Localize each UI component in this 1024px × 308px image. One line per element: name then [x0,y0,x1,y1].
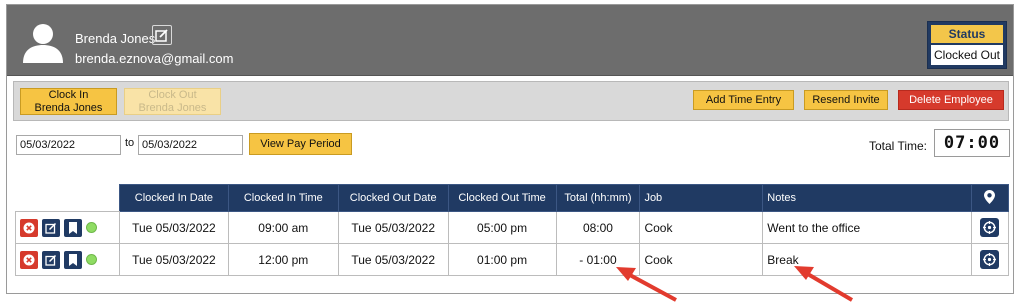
total-time-label: Total Time: [869,139,928,153]
status-value: Clocked Out [931,45,1003,65]
cell-in-time: 12:00 pm [227,243,339,276]
edit-employee-button[interactable] [152,25,172,45]
table-row: Tue 05/03/2022 12:00 pm Tue 05/03/2022 0… [15,243,1010,276]
time-entries-table: Clocked In Date Clocked In Time Clocked … [15,184,1010,276]
map-pin-icon [984,189,996,204]
period-start-input[interactable]: 05/03/2022 [16,135,121,155]
tag-entry-button[interactable] [64,218,82,237]
employee-name: Brenda Jones [75,31,156,46]
table-header-row: Clocked In Date Clocked In Time Clocked … [15,184,1010,212]
cell-out-time: 05:00 pm [447,211,557,244]
total-time-value: 07:00 [934,129,1010,157]
edit-icon [45,254,57,266]
employee-timesheet-panel: Brenda Jones brenda.eznova@gmail.com Sta… [6,4,1014,294]
employee-email: brenda.eznova@gmail.com [75,51,234,66]
clock-out-label: Clock Out [148,88,197,101]
header-clocked-out-date: Clocked Out Date [337,184,449,212]
view-pay-period-button[interactable]: View Pay Period [249,133,352,155]
cell-out-time: 01:00 pm [447,243,557,276]
tag-icon [69,221,77,234]
user-avatar-icon [23,24,63,63]
row-actions [15,211,120,244]
cell-notes: Went to the office [762,211,972,244]
cell-out-date: Tue 05/03/2022 [337,211,449,244]
header-clocked-in-date: Clocked In Date [118,184,229,212]
to-label: to [125,137,135,149]
edit-entry-button[interactable] [42,250,60,269]
cell-in-date: Tue 05/03/2022 [118,211,229,244]
header-clocked-in-time: Clocked In Time [227,184,339,212]
edit-entry-button[interactable] [42,218,60,237]
edit-icon [45,222,57,234]
employee-header: Brenda Jones brenda.eznova@gmail.com Sta… [7,5,1013,76]
close-icon [23,254,35,265]
table-row: Tue 05/03/2022 09:00 am Tue 05/03/2022 0… [15,211,1010,244]
header-total: Total (hh:mm) [555,184,641,212]
header-clocked-out-time: Clocked Out Time [447,184,557,212]
status-badge: Status Clocked Out [927,21,1007,69]
cell-job: Cook [639,211,764,244]
cell-out-date: Tue 05/03/2022 [337,243,449,276]
target-icon [983,221,997,234]
tag-icon [69,253,77,266]
clock-out-button[interactable]: Clock Out Brenda Jones [124,88,221,115]
cell-location [970,243,1010,276]
edit-icon [155,29,168,42]
status-label: Status [931,25,1003,43]
period-end-input[interactable]: 05/03/2022 [138,135,243,155]
action-toolbar: Clock In Brenda Jones Clock Out Brenda J… [13,81,1009,121]
status-dot [86,222,97,233]
header-notes: Notes [762,184,972,212]
cell-in-time: 09:00 am [227,211,339,244]
location-button[interactable] [980,250,1000,269]
header-location [970,184,1010,212]
delete-entry-button[interactable] [20,218,38,237]
clock-in-employee: Brenda Jones [34,101,103,114]
actions-header [15,184,120,212]
cell-location [970,211,1010,244]
close-icon [23,222,35,233]
row-actions [15,243,120,276]
tag-entry-button[interactable] [64,250,82,269]
clock-out-employee: Brenda Jones [138,101,207,114]
cell-job: Cook [639,243,764,276]
location-button[interactable] [980,218,1000,237]
cell-total: - 01:00 [555,243,641,276]
add-time-entry-button[interactable]: Add Time Entry [693,90,794,110]
resend-invite-button[interactable]: Resend Invite [804,90,888,110]
delete-employee-button[interactable]: Delete Employee [898,90,1004,110]
clock-in-button[interactable]: Clock In Brenda Jones [20,88,117,115]
clock-in-label: Clock In [48,88,89,101]
cell-in-date: Tue 05/03/2022 [118,243,229,276]
delete-entry-button[interactable] [20,250,38,269]
header-job: Job [639,184,764,212]
cell-total: 08:00 [555,211,641,244]
target-icon [983,253,997,266]
cell-notes: Break [762,243,972,276]
status-dot [86,254,97,265]
